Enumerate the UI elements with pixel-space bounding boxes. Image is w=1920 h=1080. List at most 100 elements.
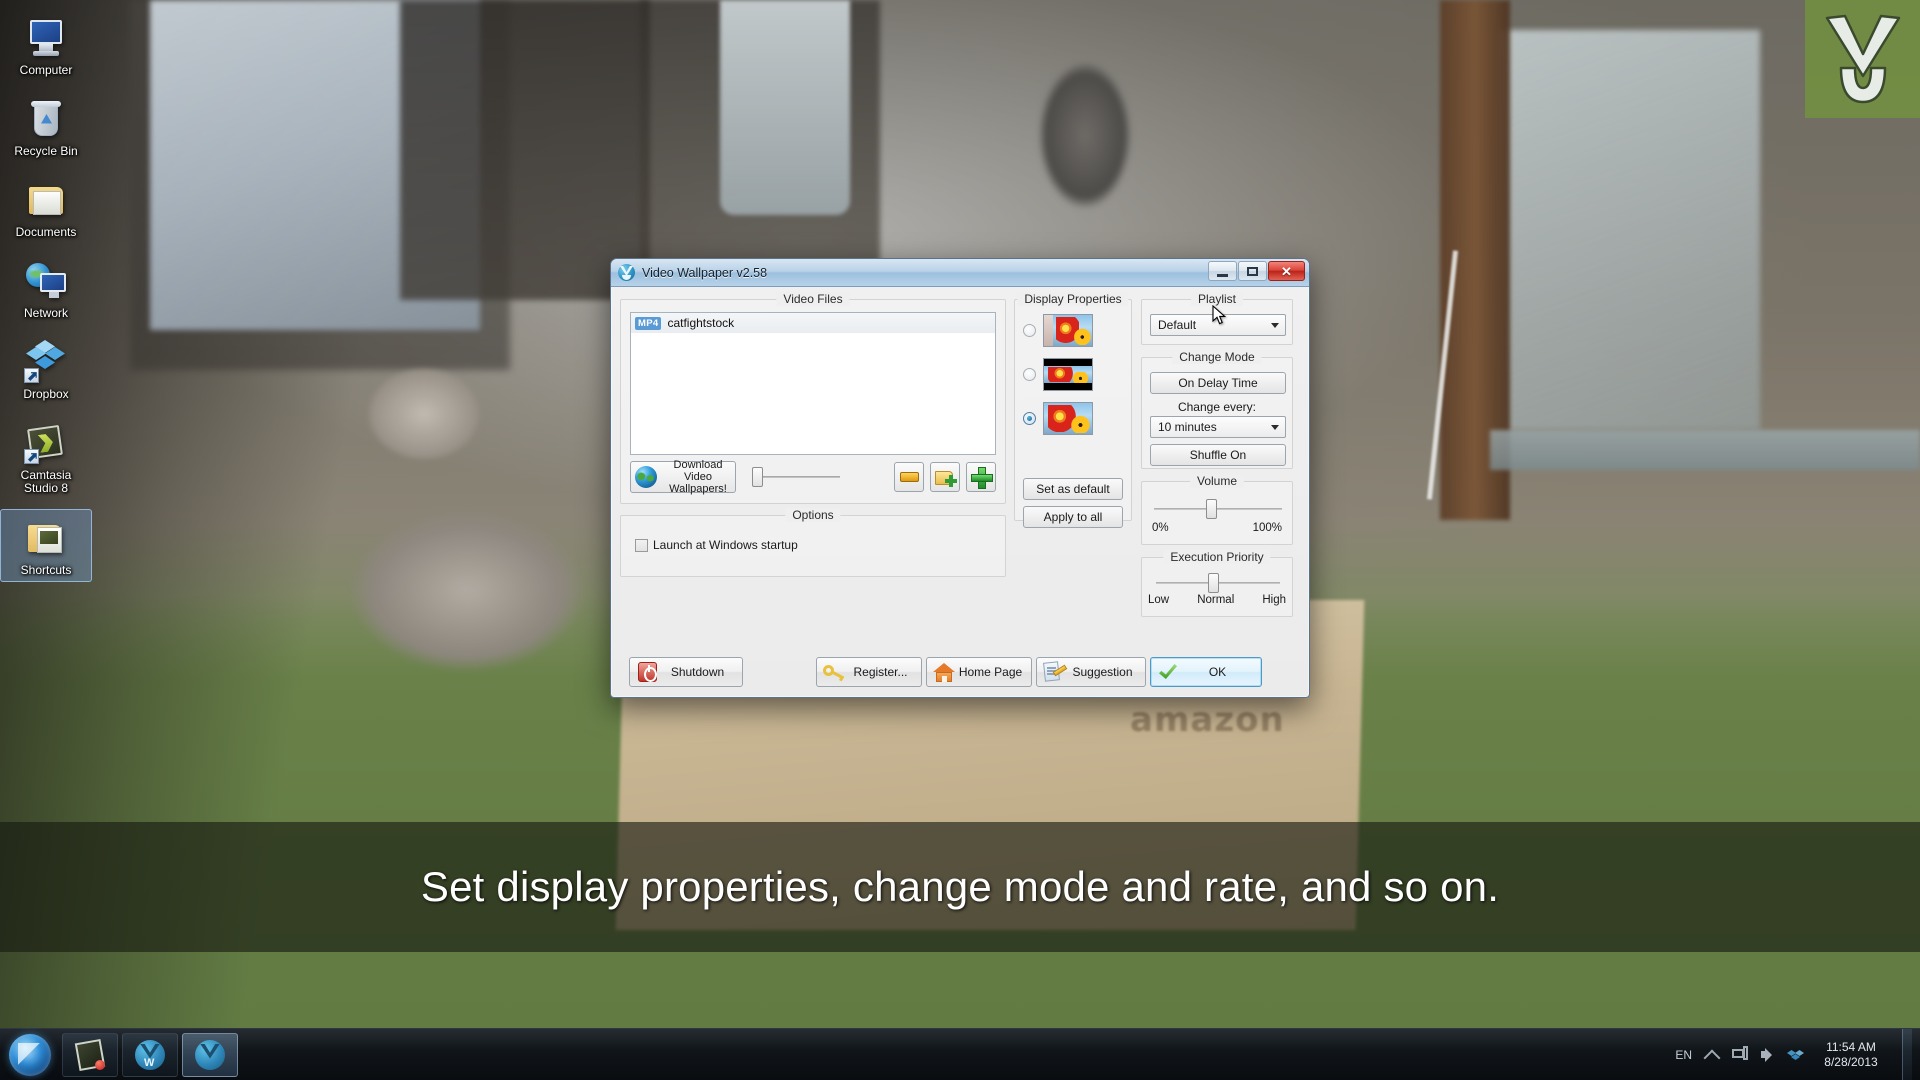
chevron-down-icon xyxy=(1271,323,1279,328)
show-desktop-button[interactable] xyxy=(1902,1029,1912,1080)
display-mode-stretch-option[interactable] xyxy=(1023,402,1093,435)
register-button[interactable]: Register... xyxy=(816,657,922,687)
video-wallpaper-w-icon: W xyxy=(135,1039,165,1070)
green-plus-icon xyxy=(971,467,993,489)
video-files-list[interactable]: MP4 catfightstock xyxy=(630,312,996,455)
letterbox-mode-preview[interactable] xyxy=(1043,358,1093,391)
on-delay-time-button[interactable]: On Delay Time xyxy=(1150,372,1286,394)
apply-to-all-button[interactable]: Apply to all xyxy=(1023,506,1123,528)
options-group-title: Options xyxy=(785,508,841,522)
network-tray-icon[interactable] xyxy=(1731,1046,1748,1063)
background-cat xyxy=(280,330,640,750)
launch-at-startup-checkbox[interactable]: Launch at Windows startup xyxy=(635,538,798,552)
language-indicator[interactable]: EN xyxy=(1675,1048,1692,1062)
add-file-button[interactable] xyxy=(966,462,996,492)
change-interval-selected-value: 10 minutes xyxy=(1158,420,1217,434)
desktop-icon-label: Shortcuts xyxy=(20,563,72,577)
radio-center-icon[interactable] xyxy=(1023,324,1036,337)
center-mode-preview[interactable] xyxy=(1043,314,1093,347)
shortcut-arrow-icon xyxy=(24,368,39,383)
radio-stretch-icon[interactable] xyxy=(1023,412,1036,425)
clock-date: 8/28/2013 xyxy=(1824,1054,1878,1069)
close-icon: ✕ xyxy=(1281,263,1292,279)
green-check-icon xyxy=(1156,660,1180,684)
video-files-group: Video Files MP4 catfightstock Download V… xyxy=(620,292,1006,504)
playlist-selected-value: Default xyxy=(1158,318,1197,332)
desktop-icon-computer[interactable]: Computer xyxy=(0,10,92,81)
slider-thumb[interactable] xyxy=(752,467,763,487)
ok-button[interactable]: OK xyxy=(1150,657,1262,687)
taskbar: W EN 11:54 AM 8/28/2013 xyxy=(0,1028,1920,1080)
desktop-icon-documents[interactable]: Documents xyxy=(0,172,92,243)
chevron-down-icon xyxy=(1271,425,1279,430)
display-mode-letterbox-option[interactable] xyxy=(1023,358,1093,391)
remove-file-button[interactable] xyxy=(894,462,924,492)
maximize-button[interactable] xyxy=(1238,261,1267,281)
priority-high-label: High xyxy=(1262,594,1286,606)
taskbar-button-video-wallpaper-w[interactable]: W xyxy=(122,1032,178,1077)
shortcut-arrow-icon xyxy=(24,449,39,464)
execution-priority-group-title: Execution Priority xyxy=(1163,550,1271,564)
caption-text: Set display properties, change mode and … xyxy=(420,863,1500,910)
background-glass-container xyxy=(1500,30,1760,430)
minimize-button[interactable] xyxy=(1208,261,1237,281)
radio-letterbox-icon[interactable] xyxy=(1023,368,1036,381)
slider-track xyxy=(1154,508,1282,510)
desktop-icon-camtasia[interactable]: Camtasia Studio 8 xyxy=(0,415,92,499)
shutdown-button[interactable]: Shutdown xyxy=(629,657,743,687)
note-pencil-icon xyxy=(1042,660,1068,684)
folder-plus-icon xyxy=(934,468,957,487)
suggestion-button[interactable]: Suggestion xyxy=(1036,657,1146,687)
playlist-group-title: Playlist xyxy=(1190,292,1244,306)
add-folder-button[interactable] xyxy=(930,462,960,492)
desktop-icon-label: Recycle Bin xyxy=(14,144,78,158)
set-as-default-label: Set as default xyxy=(1036,482,1110,496)
volume-tray-icon[interactable] xyxy=(1759,1046,1776,1063)
clock[interactable]: 11:54 AM 8/28/2013 xyxy=(1815,1040,1887,1070)
execution-priority-slider[interactable] xyxy=(1156,572,1280,594)
dropbox-tray-icon[interactable] xyxy=(1787,1047,1804,1062)
recycle-bin-icon xyxy=(24,97,68,141)
background-box-logo-text: amazon xyxy=(1130,700,1285,740)
slider-thumb[interactable] xyxy=(1208,573,1219,593)
options-group: Options Launch at Windows startup xyxy=(620,508,1006,577)
taskbar-button-video-wallpaper[interactable] xyxy=(182,1032,238,1077)
home-page-button[interactable]: Home Page xyxy=(926,657,1032,687)
opacity-slider[interactable] xyxy=(752,467,840,487)
priority-low-label: Low xyxy=(1148,594,1170,606)
caption-bar: Set display properties, change mode and … xyxy=(0,822,1920,952)
desktop-icon-network[interactable]: Network xyxy=(0,253,92,324)
dialog-title: Video Wallpaper v2.58 xyxy=(642,265,768,280)
close-button[interactable]: ✕ xyxy=(1268,261,1305,281)
download-button-label: Download Video Wallpapers! xyxy=(661,459,735,495)
list-item[interactable]: MP4 catfightstock xyxy=(631,313,995,333)
download-video-wallpapers-button[interactable]: Download Video Wallpapers! xyxy=(630,459,736,495)
slider-thumb[interactable] xyxy=(1206,499,1217,519)
shuffle-toggle-button[interactable]: Shuffle On xyxy=(1150,444,1286,466)
desktop-icon-shortcuts[interactable]: Shortcuts xyxy=(0,509,92,582)
video-wallpaper-icon xyxy=(195,1039,225,1070)
desktop-icon-recycle-bin[interactable]: Recycle Bin xyxy=(0,91,92,162)
stretch-mode-preview[interactable] xyxy=(1043,402,1093,435)
start-button[interactable] xyxy=(2,1032,58,1078)
volume-group-title: Volume xyxy=(1189,474,1245,488)
desktop-icon-label: Network xyxy=(23,306,68,320)
ok-label: OK xyxy=(1208,665,1227,679)
taskbar-button-camtasia[interactable] xyxy=(62,1032,118,1077)
home-page-label: Home Page xyxy=(958,665,1023,679)
display-mode-center-option[interactable] xyxy=(1023,314,1093,347)
volume-slider[interactable] xyxy=(1154,498,1282,520)
clock-time: 11:54 AM xyxy=(1826,1039,1876,1054)
volume-group: Volume 0% 100% xyxy=(1141,474,1293,545)
checkbox-box-icon[interactable] xyxy=(635,538,648,552)
windows-logo-icon xyxy=(9,1033,51,1076)
change-mode-group: Change Mode On Delay Time Change every: … xyxy=(1141,350,1293,469)
change-interval-dropdown[interactable]: 10 minutes xyxy=(1150,416,1286,438)
dialog-titlebar[interactable]: Video Wallpaper v2.58 ✕ xyxy=(611,259,1309,287)
background-trash-bin xyxy=(720,0,850,215)
show-hidden-icons-icon[interactable] xyxy=(1703,1046,1720,1063)
set-as-default-button[interactable]: Set as default xyxy=(1023,478,1123,500)
desktop-icon-dropbox[interactable]: Dropbox xyxy=(0,334,92,405)
network-icon xyxy=(24,259,68,303)
priority-normal-label: Normal xyxy=(1197,594,1235,606)
